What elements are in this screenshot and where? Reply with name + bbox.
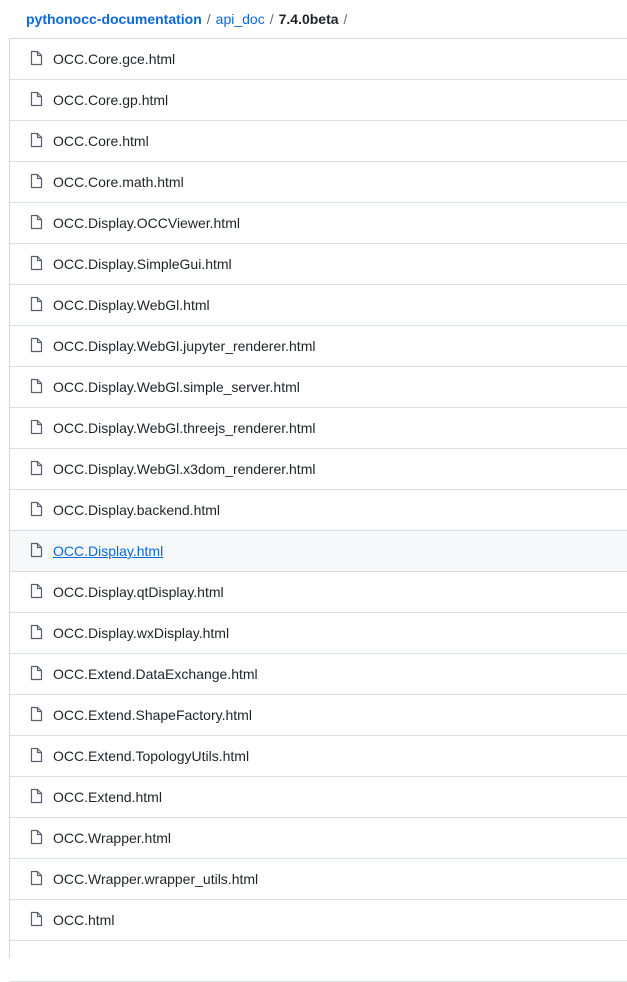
- file-link[interactable]: OCC.Display.WebGl.x3dom_renderer.html: [53, 461, 315, 477]
- breadcrumb-folder-link[interactable]: api_doc: [216, 11, 265, 27]
- file-icon: [28, 337, 44, 353]
- file-icon: [28, 788, 44, 804]
- file-icon: [28, 870, 44, 886]
- file-row[interactable]: OCC.Extend.ShapeFactory.html: [10, 695, 627, 736]
- file-icon: [28, 706, 44, 722]
- breadcrumb-separator: /: [206, 11, 211, 27]
- file-icon: [28, 460, 44, 476]
- file-link[interactable]: OCC.Display.WebGl.html: [53, 297, 210, 313]
- file-row[interactable]: OCC.Display.WebGl.x3dom_renderer.html: [10, 449, 627, 490]
- file-icon: [28, 173, 44, 189]
- file-icon: [28, 665, 44, 681]
- file-link[interactable]: OCC.Core.gp.html: [53, 92, 168, 108]
- file-row[interactable]: OCC.Core.html: [10, 121, 627, 162]
- breadcrumb: pythonocc-documentation / api_doc / 7.4.…: [0, 0, 627, 38]
- file-row[interactable]: OCC.Display.WebGl.html: [10, 285, 627, 326]
- file-link[interactable]: OCC.Core.gce.html: [53, 51, 175, 67]
- file-row[interactable]: OCC.Display.OCCViewer.html: [10, 203, 627, 244]
- file-link[interactable]: OCC.Display.OCCViewer.html: [53, 215, 240, 231]
- file-icon: [28, 378, 44, 394]
- file-row[interactable]: OCC.Extend.html: [10, 777, 627, 818]
- file-row[interactable]: OCC.Core.gce.html: [10, 39, 627, 80]
- file-row[interactable]: OCC.Wrapper.html: [10, 818, 627, 859]
- file-link[interactable]: OCC.Display.qtDisplay.html: [53, 584, 224, 600]
- file-list: OCC.Core.gce.html OCC.Core.gp.html OCC.Cor…: [9, 38, 627, 982]
- file-row[interactable]: OCC.Wrapper.wrapper_utils.html: [10, 859, 627, 900]
- file-icon: [28, 419, 44, 435]
- file-row[interactable]: OCC.Display.wxDisplay.html: [10, 613, 627, 654]
- file-row[interactable]: OCC.Display.qtDisplay.html: [10, 572, 627, 613]
- breadcrumb-separator: /: [269, 11, 274, 27]
- file-link[interactable]: OCC.Core.math.html: [53, 174, 184, 190]
- file-link[interactable]: OCC.Extend.TopologyUtils.html: [53, 748, 249, 764]
- file-row[interactable]: OCC.Core.math.html: [10, 162, 627, 203]
- file-link[interactable]: OCC.Wrapper.wrapper_utils.html: [53, 871, 258, 887]
- file-icon: [28, 911, 44, 927]
- file-icon: [28, 255, 44, 271]
- breadcrumb-separator: /: [343, 11, 348, 27]
- file-row[interactable]: OCC.Display.SimpleGui.html: [10, 244, 627, 285]
- file-link[interactable]: OCC.Display.SimpleGui.html: [53, 256, 232, 272]
- file-icon: [28, 747, 44, 763]
- breadcrumb-current: 7.4.0beta: [278, 11, 339, 27]
- file-row[interactable]: OCC.Core.gp.html: [10, 80, 627, 121]
- file-icon: [28, 50, 44, 66]
- file-icon: [28, 132, 44, 148]
- file-icon: [28, 501, 44, 517]
- breadcrumb-repo-link[interactable]: pythonocc-documentation: [26, 11, 202, 27]
- file-icon: [28, 542, 44, 558]
- file-link[interactable]: OCC.Display.backend.html: [53, 502, 220, 518]
- file-icon: [28, 624, 44, 640]
- file-icon: [28, 583, 44, 599]
- file-link[interactable]: OCC.Extend.DataExchange.html: [53, 666, 258, 682]
- file-row[interactable]: OCC.Extend.DataExchange.html: [10, 654, 627, 695]
- file-link[interactable]: OCC.Display.WebGl.simple_server.html: [53, 379, 300, 395]
- file-row[interactable]: OCC.Display.html: [10, 531, 627, 572]
- file-link[interactable]: OCC.Display.WebGl.jupyter_renderer.html: [53, 338, 315, 354]
- file-row[interactable]: OCC.Display.backend.html: [10, 490, 627, 531]
- file-link[interactable]: OCC.Display.wxDisplay.html: [53, 625, 229, 641]
- file-link[interactable]: OCC.Core.html: [53, 133, 149, 149]
- file-icon: [28, 214, 44, 230]
- file-row[interactable]: OCC.Display.WebGl.threejs_renderer.html: [10, 408, 627, 449]
- file-link[interactable]: OCC.html: [53, 912, 114, 928]
- file-link[interactable]: OCC.Extend.html: [53, 789, 162, 805]
- file-link[interactable]: OCC.Wrapper.html: [53, 830, 171, 846]
- file-link[interactable]: OCC.Display.html: [53, 543, 163, 559]
- file-icon: [28, 829, 44, 845]
- file-icon: [28, 91, 44, 107]
- file-row[interactable]: OCC.Display.WebGl.simple_server.html: [10, 367, 627, 408]
- file-icon: [28, 296, 44, 312]
- file-link[interactable]: OCC.Display.WebGl.threejs_renderer.html: [53, 420, 315, 436]
- file-row[interactable]: OCC.Extend.TopologyUtils.html: [10, 736, 627, 777]
- file-row[interactable]: OCC.Display.WebGl.jupyter_renderer.html: [10, 326, 627, 367]
- file-row[interactable]: [10, 941, 627, 982]
- file-row[interactable]: OCC.html: [10, 900, 627, 941]
- file-link[interactable]: OCC.Extend.ShapeFactory.html: [53, 707, 252, 723]
